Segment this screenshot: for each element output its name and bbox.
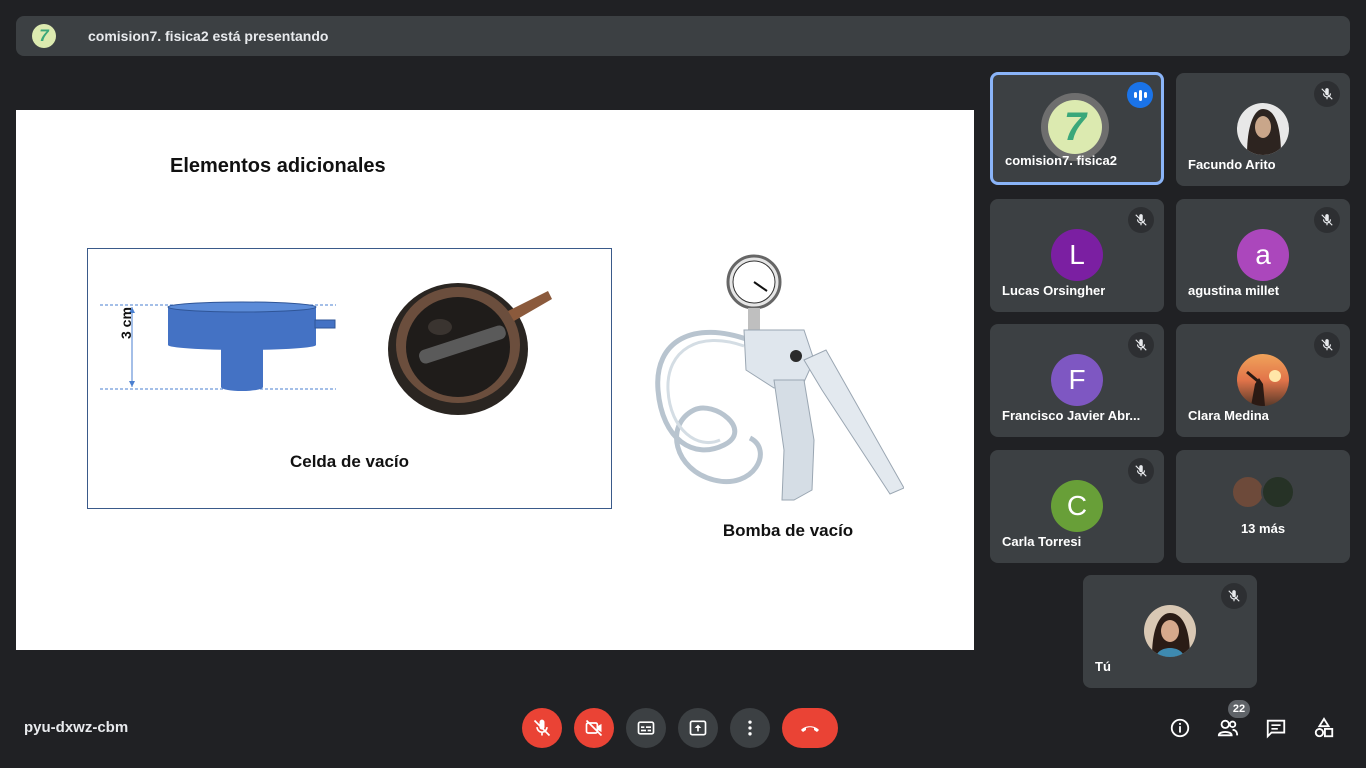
mic-off-icon bbox=[1221, 583, 1247, 609]
leave-call-button[interactable] bbox=[782, 708, 838, 748]
cell-caption: Celda de vacío bbox=[289, 452, 410, 471]
chat-button[interactable] bbox=[1262, 714, 1290, 742]
participant-tile-presenter[interactable]: 7 comision7. fisica2 bbox=[990, 72, 1164, 185]
participant-name: comision7. fisica2 bbox=[1005, 153, 1117, 168]
mic-off-icon bbox=[533, 719, 551, 737]
participant-tile-facundo[interactable]: Facundo Arito bbox=[1176, 73, 1350, 186]
more-vert-icon bbox=[748, 720, 752, 736]
participant-tile-clara[interactable]: Clara Medina bbox=[1176, 324, 1350, 437]
presentation-slide: Elementos adicionales 3 cm Celda de vací… bbox=[16, 110, 974, 650]
participant-avatar bbox=[1237, 103, 1289, 155]
camera-off-icon bbox=[585, 719, 603, 737]
slide-title: Elementos adicionales bbox=[170, 155, 386, 177]
captions-icon bbox=[637, 721, 655, 735]
present-screen-button[interactable] bbox=[678, 708, 718, 748]
hang-up-icon bbox=[801, 726, 819, 732]
participant-name: Francisco Javier Abr... bbox=[1002, 408, 1141, 423]
people-icon bbox=[1217, 719, 1239, 737]
participant-avatar: L bbox=[1051, 229, 1103, 281]
dimension-label: 3 cm bbox=[118, 307, 134, 339]
present-screen-icon bbox=[689, 720, 707, 736]
toggle-mic-button[interactable] bbox=[522, 708, 562, 748]
participant-avatar: a bbox=[1237, 229, 1289, 281]
activities-button[interactable] bbox=[1310, 714, 1338, 742]
participant-name: Clara Medina bbox=[1188, 408, 1269, 423]
captions-button[interactable] bbox=[626, 708, 666, 748]
mic-off-icon bbox=[1314, 207, 1340, 233]
participant-name: Lucas Orsingher bbox=[1002, 283, 1106, 298]
presenting-text: comision7. fisica2 está presentando bbox=[88, 28, 329, 44]
participant-tile-carla[interactable]: C Carla Torresi bbox=[990, 450, 1164, 563]
participant-tile-more[interactable]: 13 más bbox=[1176, 450, 1350, 563]
people-button[interactable] bbox=[1214, 714, 1242, 742]
participant-tile-self[interactable]: Tú bbox=[1083, 575, 1257, 688]
mic-off-icon bbox=[1128, 332, 1154, 358]
mic-off-icon bbox=[1314, 332, 1340, 358]
speaking-indicator-icon bbox=[1127, 82, 1153, 108]
people-count-badge: 22 bbox=[1228, 700, 1250, 718]
presenting-banner: 7 comision7. fisica2 está presentando bbox=[16, 16, 1350, 56]
more-options-button[interactable] bbox=[730, 708, 770, 748]
participant-name: Tú bbox=[1095, 659, 1111, 674]
participant-avatar: C bbox=[1051, 480, 1103, 532]
pump-caption: Bomba de vacío bbox=[722, 521, 854, 540]
participant-tile-lucas[interactable]: L Lucas Orsingher bbox=[990, 199, 1164, 312]
participant-tile-agustina[interactable]: a agustina millet bbox=[1176, 199, 1350, 312]
participant-avatar bbox=[1237, 354, 1289, 406]
chat-icon bbox=[1266, 719, 1286, 739]
vacuum-cell-panel: 3 cm Celda de vacío bbox=[87, 248, 612, 509]
participant-name: Carla Torresi bbox=[1002, 534, 1082, 549]
toggle-camera-button[interactable] bbox=[574, 708, 614, 748]
more-participants-label: 13 más bbox=[1240, 521, 1286, 536]
mic-off-icon bbox=[1128, 207, 1154, 233]
info-icon bbox=[1170, 718, 1190, 738]
vacuum-cell-photo bbox=[358, 277, 558, 427]
participant-name: Facundo Arito bbox=[1188, 157, 1276, 172]
participant-tile-francisco[interactable]: F Francisco Javier Abr... bbox=[990, 324, 1164, 437]
presenter-avatar: 7 bbox=[32, 24, 56, 48]
meeting-details-button[interactable] bbox=[1166, 714, 1194, 742]
meeting-code: pyu-dxwz-cbm bbox=[24, 719, 129, 736]
group-avatars bbox=[1231, 475, 1299, 509]
mic-off-icon bbox=[1128, 458, 1154, 484]
vacuum-pump-photo bbox=[654, 250, 904, 506]
participant-avatar: 7 bbox=[1041, 93, 1109, 161]
participant-avatar: F bbox=[1051, 354, 1103, 406]
activities-icon bbox=[1314, 717, 1334, 738]
participant-avatar bbox=[1144, 605, 1196, 657]
participant-name: agustina millet bbox=[1188, 283, 1280, 298]
mic-off-icon bbox=[1314, 81, 1340, 107]
